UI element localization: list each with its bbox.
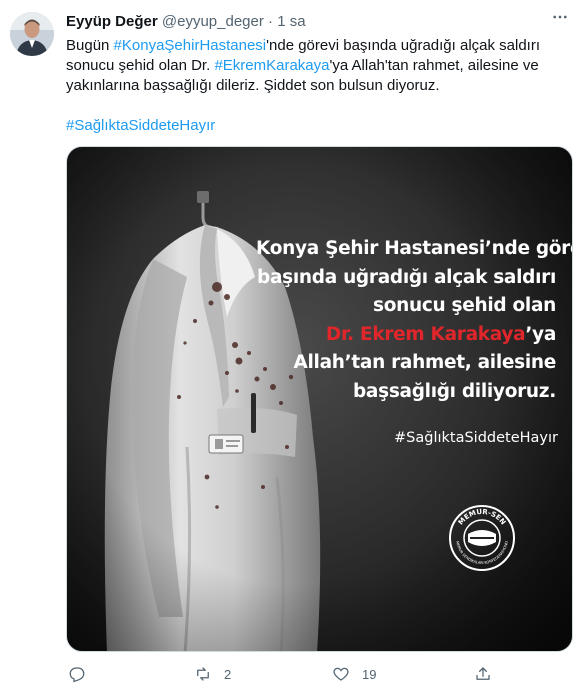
reply-icon [69,667,85,683]
poster-doctor-name: Dr. Ekrem Karakaya [325,323,526,345]
tweet-timestamp[interactable]: 1 sa [277,13,305,30]
like-button[interactable]: 19 [332,664,376,684]
retweet-count: 2 [224,666,232,682]
heart-icon [333,667,349,681]
poster-hashtag: #SağlıktaSiddeteHayır [394,430,558,446]
header-separator: · [268,13,274,30]
poster-line: başsağlığı diliyoruz. [352,380,556,402]
poster-line: sonucu şehid olan [373,295,556,316]
avatar[interactable] [10,12,54,56]
share-button[interactable] [474,664,492,684]
hashtag-link[interactable]: #KonyaŞehirHastanesi [114,37,267,54]
tweet-text-segment: Bugün [66,37,114,54]
tweet-text: Bugün #KonyaŞehirHastanesi'nde görevi ba… [66,36,571,96]
poster-line: başında uğradığı alçak saldırı [257,266,556,288]
share-icon [476,667,490,680]
poster-line-suffix: ’ya [525,323,556,345]
retweet-icon [197,667,209,681]
like-count: 19 [362,666,377,682]
hashtag-link[interactable]: #EkremKarakaya [214,57,329,74]
reply-button[interactable] [68,664,98,684]
retweet-button[interactable]: 2 [194,664,231,684]
hashtag-link[interactable]: #SağlıktaSiddeteHayır [66,116,215,136]
poster-message: Konya Şehir Hastanesi’nde görevi başında… [256,235,573,406]
poster-line: Allah’tan rahmet, ailesine [293,352,556,373]
memur-sen-logo: MEMUR-SEN MEMUR SENDİKALARI KONFEDERASYO… [449,505,515,571]
tweet-header: Eyyüp Değer @eyyup_deger · 1 sa [66,13,306,31]
author-name[interactable]: Eyyüp Değer [66,13,158,30]
tweet-actions: 2 19 [66,664,496,684]
tweet-media-image[interactable]: Konya Şehir Hastanesi’nde görevi başında… [66,146,573,652]
more-horizontal-icon[interactable] [548,8,572,28]
poster-line: Konya Şehir Hastanesi’nde görevi [256,238,573,259]
author-handle[interactable]: @eyyup_deger [162,13,264,30]
poster-line: Dr. Ekrem Karakaya’ya [256,321,556,350]
